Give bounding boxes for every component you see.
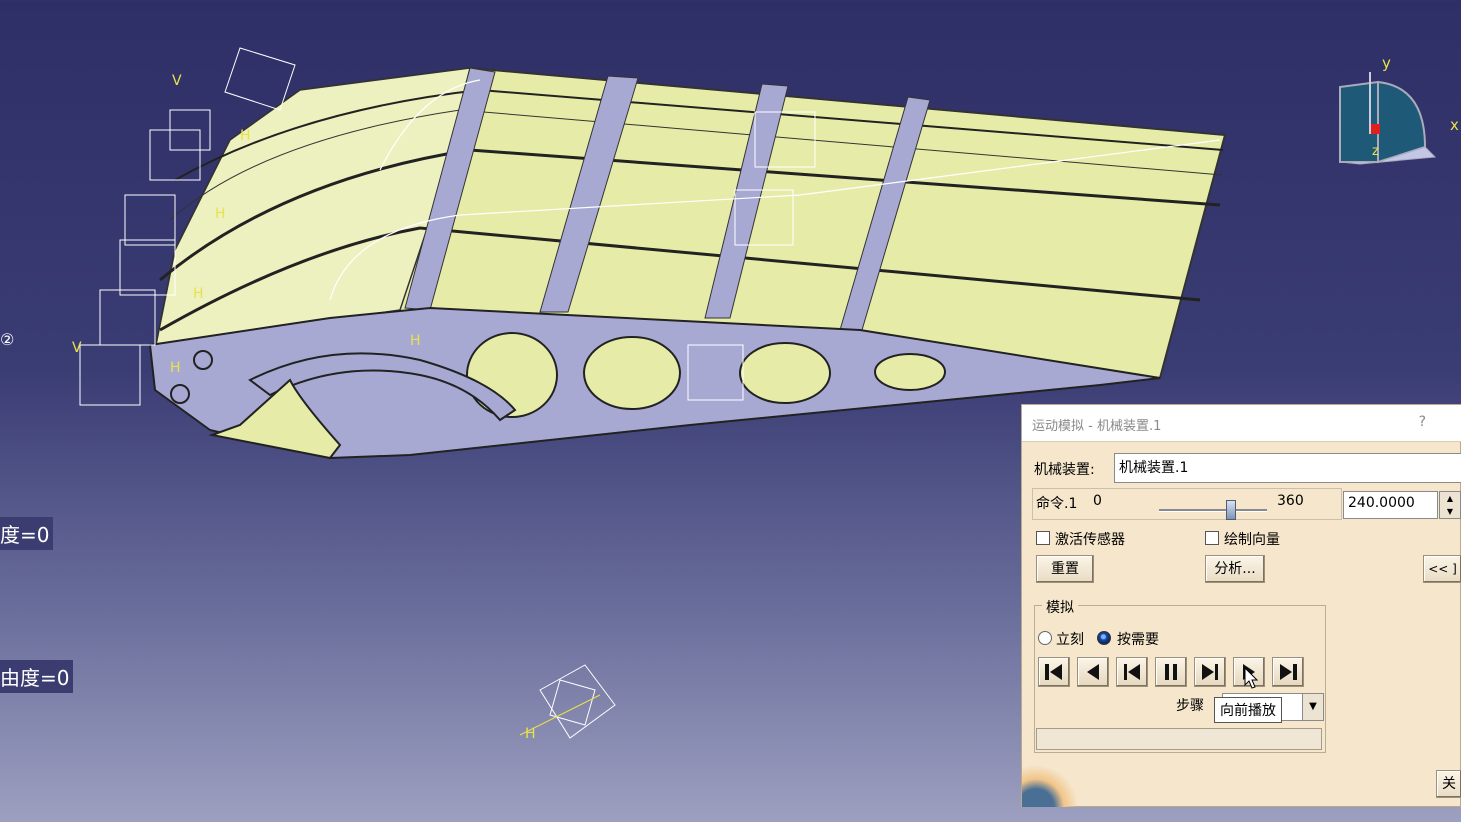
slider-min: 0 xyxy=(1093,493,1102,509)
play-backward-button[interactable] xyxy=(1077,657,1109,687)
mouse-cursor-icon xyxy=(1244,667,1259,689)
immediate-radio[interactable] xyxy=(1038,631,1052,645)
activate-sensors-checkbox[interactable] xyxy=(1036,531,1050,545)
dof-label[interactable]: 度=0 xyxy=(0,517,54,550)
step-forward-button[interactable] xyxy=(1194,657,1226,687)
on-request-label: 按需要 xyxy=(1117,632,1159,648)
pause-icon xyxy=(1165,664,1177,680)
command-value-field[interactable]: 240.0000 xyxy=(1343,491,1438,519)
jump-to-end-icon xyxy=(1280,664,1297,680)
close-button[interactable]: 关 xyxy=(1436,770,1461,798)
simulation-group-title: 模拟 xyxy=(1042,597,1078,617)
dialog-titlebar[interactable]: 运动模拟 - 机械装置.1 ? xyxy=(1022,405,1461,442)
svg-text:H: H xyxy=(170,360,181,376)
activate-sensors-label: 激活传感器 xyxy=(1055,532,1125,548)
mechanism-label: 机械装置: xyxy=(1034,462,1095,478)
value-spinner[interactable]: ▲ ▼ xyxy=(1439,491,1461,519)
slider-max: 360 xyxy=(1277,493,1304,509)
jump-to-start-button[interactable] xyxy=(1038,657,1070,687)
command-slider-track[interactable] xyxy=(1159,509,1267,512)
plot-vectors-checkbox[interactable] xyxy=(1205,531,1219,545)
tooltip: 向前播放 xyxy=(1214,697,1282,723)
dialog-title: 运动模拟 - 机械装置.1 xyxy=(1032,419,1162,434)
dof-label[interactable]: 由度=0 xyxy=(0,660,74,693)
command-value: 240.0000 xyxy=(1348,495,1415,511)
pause-button[interactable] xyxy=(1155,657,1187,687)
play-backward-icon xyxy=(1087,664,1099,680)
step-label: 步骤 xyxy=(1176,698,1204,714)
jump-to-start-icon xyxy=(1045,664,1062,680)
compass-widget[interactable]: y x z xyxy=(1330,52,1461,177)
mechanism-value: 机械装置.1 xyxy=(1119,460,1189,476)
command-label: 命令.1 xyxy=(1036,496,1078,512)
svg-text:H: H xyxy=(240,128,251,144)
collapse-button[interactable]: << ] xyxy=(1423,555,1461,583)
analysis-button[interactable]: 分析... xyxy=(1205,555,1265,583)
svg-text:H: H xyxy=(410,333,421,349)
svg-text:H: H xyxy=(215,206,226,222)
compass-y-label: y xyxy=(1382,54,1391,72)
immediate-label: 立刻 xyxy=(1056,632,1084,648)
reset-button[interactable]: 重置 xyxy=(1036,555,1094,583)
compass-x-label: x xyxy=(1450,116,1459,134)
svg-text:H: H xyxy=(193,286,204,302)
progress-bar xyxy=(1036,728,1322,750)
mechanism-field[interactable]: 机械装置.1 xyxy=(1114,453,1461,483)
help-button[interactable]: ? xyxy=(1419,414,1426,430)
command-slider-thumb[interactable] xyxy=(1226,500,1237,520)
svg-text:V: V xyxy=(172,73,182,89)
plot-vectors-label: 绘制向量 xyxy=(1224,532,1280,548)
svg-text:V: V xyxy=(72,340,82,356)
step-backward-button[interactable] xyxy=(1116,657,1148,687)
catia-logo xyxy=(1022,765,1092,807)
compass-z-label: z xyxy=(1372,144,1379,159)
compass-origin xyxy=(1370,124,1380,134)
step-forward-icon xyxy=(1202,664,1218,680)
jump-to-end-button[interactable] xyxy=(1272,657,1304,687)
step-backward-icon xyxy=(1124,664,1140,680)
tree-marker: ② xyxy=(0,330,15,349)
chevron-down-icon[interactable]: ▼ xyxy=(1302,694,1323,720)
simulation-dialog: 运动模拟 - 机械装置.1 ? 机械装置: 机械装置.1 命令.1 0 360 … xyxy=(1021,404,1461,807)
on-request-radio[interactable] xyxy=(1097,631,1111,645)
